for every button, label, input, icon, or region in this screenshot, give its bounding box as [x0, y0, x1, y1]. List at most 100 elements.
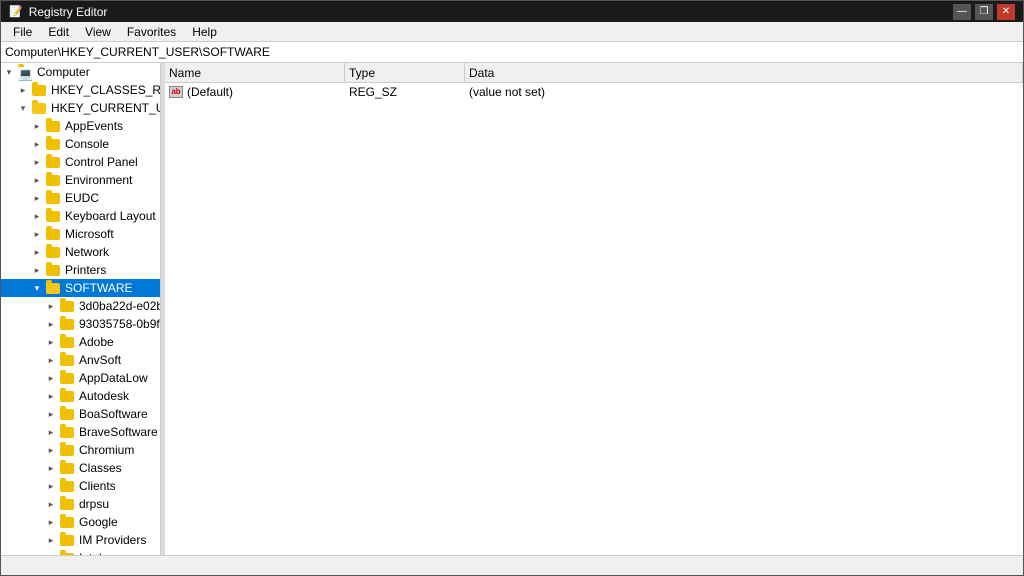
tree-node-hkey-classes-root[interactable]: ▸HKEY_CLASSES_ROOT: [1, 81, 160, 99]
expand-arrow-chromium: ▸: [43, 445, 59, 456]
col-header-data[interactable]: Data: [465, 63, 1023, 82]
tree-label-guid2: 93035758-0b9f-537e: [79, 317, 161, 331]
folder-icon-im-providers: [59, 533, 75, 547]
col-header-type[interactable]: Type: [345, 63, 465, 82]
menu-help[interactable]: Help: [184, 23, 225, 41]
tree-node-network[interactable]: ▸ Network: [1, 243, 160, 261]
tree-label-software: SOFTWARE: [65, 281, 133, 295]
tree-label-intel: Intel: [79, 551, 102, 555]
tree-node-adobe[interactable]: ▸Adobe: [1, 333, 160, 351]
title-bar: 📝 Registry Editor — ❐ ✕: [1, 1, 1023, 22]
tree-node-appevents[interactable]: ▸AppEvents: [1, 117, 160, 135]
tree-node-autodesk[interactable]: ▸Autodesk: [1, 387, 160, 405]
tree-node-chromium[interactable]: ▸Chromium: [1, 441, 160, 459]
expand-arrow-hkey-classes-root: ▸: [15, 85, 31, 96]
title-bar-controls: — ❐ ✕: [953, 4, 1015, 20]
tree-node-clients[interactable]: ▸Clients: [1, 477, 160, 495]
expand-arrow-intel: ▸: [43, 553, 59, 556]
expand-arrow-control-panel: ▸: [29, 157, 45, 168]
folder-icon-drpsu: [59, 497, 75, 511]
tree-node-appdatalow[interactable]: ▸AppDataLow: [1, 369, 160, 387]
tree-node-printers[interactable]: ▸ Printers: [1, 261, 160, 279]
maximize-button[interactable]: ❐: [975, 4, 993, 20]
tree-node-bravesoftware[interactable]: ▸ BraveSoftware: [1, 423, 160, 441]
menu-edit[interactable]: Edit: [40, 23, 77, 41]
minimize-button[interactable]: —: [953, 4, 971, 20]
folder-icon-appevents: [45, 119, 61, 133]
tree-node-environment[interactable]: ▸Environment: [1, 171, 160, 189]
table-row[interactable]: ab(Default)REG_SZ(value not set): [165, 83, 1023, 101]
folder-icon-microsoft: [45, 227, 61, 241]
col-header-name[interactable]: Name: [165, 63, 345, 82]
tree-node-guid2[interactable]: ▸93035758-0b9f-537e: [1, 315, 160, 333]
folder-icon-computer: 💻: [17, 65, 33, 79]
tree-node-keyboard-layout[interactable]: ▸ Keyboard Layout: [1, 207, 160, 225]
tree-node-eudc[interactable]: ▸EUDC: [1, 189, 160, 207]
folder-icon-control-panel: [45, 155, 61, 169]
tree-node-google[interactable]: ▸Google: [1, 513, 160, 531]
tree-label-computer: Computer: [37, 65, 90, 79]
tree-node-computer[interactable]: ▾💻 Computer: [1, 63, 160, 81]
folder-icon-guid2: [59, 317, 75, 331]
folder-icon-intel: [59, 551, 75, 555]
tree-label-console: Console: [65, 137, 109, 151]
expand-arrow-guid1: ▸: [43, 301, 59, 312]
tree-label-guid1: 3d0ba22d-e02b-5c6c: [79, 299, 161, 313]
tree-label-keyboard-layout: Keyboard Layout: [65, 209, 156, 223]
menu-view[interactable]: View: [77, 23, 119, 41]
expand-arrow-clients: ▸: [43, 481, 59, 492]
tree-label-appevents: AppEvents: [65, 119, 123, 133]
tree-label-appdatalow: AppDataLow: [79, 371, 148, 385]
table-header: Name Type Data: [165, 63, 1023, 83]
folder-icon-hkey-current-user: [31, 101, 47, 115]
folder-icon-printers: [45, 263, 61, 277]
tree-label-boasoftware: BoaSoftware: [79, 407, 148, 421]
tree-label-control-panel: Control Panel: [65, 155, 138, 169]
tree-label-network: Network: [65, 245, 109, 259]
menu-favorites[interactable]: Favorites: [119, 23, 184, 41]
tree-node-anvsoft[interactable]: ▸ AnvSoft: [1, 351, 160, 369]
expand-arrow-microsoft: ▸: [29, 229, 45, 240]
folder-icon-appdatalow: [59, 371, 75, 385]
tree-node-im-providers[interactable]: ▸IM Providers: [1, 531, 160, 549]
tree-node-control-panel[interactable]: ▸ Control Panel: [1, 153, 160, 171]
close-button[interactable]: ✕: [997, 4, 1015, 20]
tree-node-software[interactable]: ▾SOFTWARE: [1, 279, 160, 297]
folder-icon-console: [45, 137, 61, 151]
expand-arrow-computer: ▾: [1, 67, 17, 78]
tree-label-bravesoftware: BraveSoftware: [79, 425, 158, 439]
folder-icon-environment: [45, 173, 61, 187]
tree-node-classes[interactable]: ▸Classes: [1, 459, 160, 477]
tree-node-intel[interactable]: ▸ Intel: [1, 549, 160, 555]
tree-node-guid1[interactable]: ▸ 3d0ba22d-e02b-5c6c: [1, 297, 160, 315]
tree-node-drpsu[interactable]: ▸drpsu: [1, 495, 160, 513]
folder-icon-eudc: [45, 191, 61, 205]
main-content: ▾💻 Computer ▸HKEY_CLASSES_ROOT▾HKEY_CURREN…: [1, 63, 1023, 555]
tree-node-console[interactable]: ▸ Console: [1, 135, 160, 153]
table-body: ab(Default)REG_SZ(value not set): [165, 83, 1023, 555]
title-bar-text: Registry Editor: [29, 5, 108, 19]
tree-node-hkey-current-user[interactable]: ▾HKEY_CURRENT_USER: [1, 99, 160, 117]
expand-arrow-drpsu: ▸: [43, 499, 59, 510]
expand-arrow-printers: ▸: [29, 265, 45, 276]
tree-label-anvsoft: AnvSoft: [79, 353, 121, 367]
tree-panel[interactable]: ▾💻 Computer ▸HKEY_CLASSES_ROOT▾HKEY_CURREN…: [1, 63, 161, 555]
folder-icon-chromium: [59, 443, 75, 457]
tree-label-printers: Printers: [65, 263, 106, 277]
expand-arrow-anvsoft: ▸: [43, 355, 59, 366]
menu-bar: File Edit View Favorites Help: [1, 22, 1023, 42]
expand-arrow-autodesk: ▸: [43, 391, 59, 402]
expand-arrow-bravesoftware: ▸: [43, 427, 59, 438]
menu-file[interactable]: File: [5, 23, 40, 41]
tree-label-google: Google: [79, 515, 118, 529]
folder-icon-anvsoft: [59, 353, 75, 367]
tree-node-microsoft[interactable]: ▸ Microsoft: [1, 225, 160, 243]
expand-arrow-network: ▸: [29, 247, 45, 258]
expand-arrow-keyboard-layout: ▸: [29, 211, 45, 222]
tree-label-adobe: Adobe: [79, 335, 114, 349]
tree-node-boasoftware[interactable]: ▸BoaSoftware: [1, 405, 160, 423]
expand-arrow-environment: ▸: [29, 175, 45, 186]
tree-label-microsoft: Microsoft: [65, 227, 114, 241]
expand-arrow-console: ▸: [29, 139, 45, 150]
folder-icon-software: [45, 281, 61, 295]
